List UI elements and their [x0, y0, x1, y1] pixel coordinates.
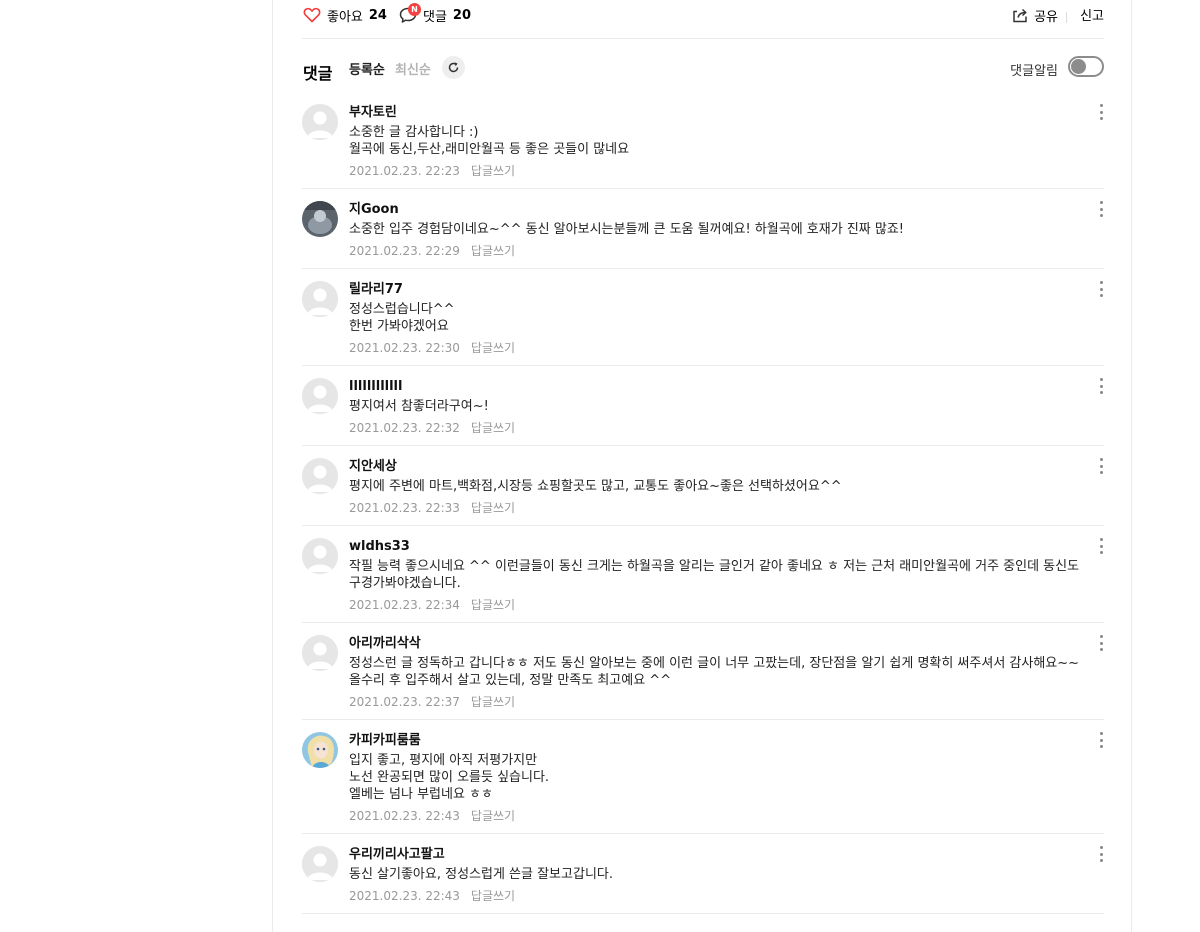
comment-nickname[interactable]: 지안세상: [349, 458, 1104, 476]
comment-nickname[interactable]: 카피카피룸룸: [349, 732, 1104, 750]
reply-link[interactable]: 답글쓰기: [471, 501, 515, 515]
comment-item: 지안세상평지에 주변에 마트,백화점,시장등 쇼핑할곳도 많고, 교통도 좋아요…: [302, 446, 1104, 526]
comment-item: 카피카피룸룸입지 좋고, 평지에 아직 저평가지만 노선 완공되면 많이 오를듯…: [302, 720, 1104, 834]
comment-nickname[interactable]: 부자토린: [349, 104, 1104, 122]
reply-link[interactable]: 답글쓰기: [471, 889, 515, 903]
comment-date: 2021.02.23. 22:23: [349, 164, 460, 178]
comment-list: 부자토린소중한 글 감사합니다 :) 월곡에 동신,두산,래미안월곡 등 좋은 …: [302, 92, 1104, 914]
comment-meta: 2021.02.23. 22:23 답글쓰기: [349, 164, 1104, 178]
comment-text: 정성스럽습니다^^ 한번 가봐야겠어요: [349, 302, 455, 334]
avatar[interactable]: [302, 104, 338, 140]
report-label: 신고: [1080, 9, 1104, 24]
comments-title: 댓글: [303, 64, 333, 83]
comment-nickname[interactable]: 우리끼리사고팔고: [349, 846, 1104, 864]
more-options-icon[interactable]: [1098, 103, 1104, 121]
more-options-icon[interactable]: [1098, 200, 1104, 218]
report-button[interactable]: 신고: [1080, 5, 1104, 24]
comment-text: 정성스런 글 정독하고 갑니다ㅎㅎ 저도 동신 알아보는 중에 이런 글이 너무…: [349, 656, 1084, 688]
new-badge: N: [408, 3, 421, 16]
comment-label: 댓글: [423, 9, 447, 25]
comment-count: 20: [452, 7, 472, 23]
comment-item: 릴라리77 정성스럽습니다^^ 한번 가봐야겠어요 2021.02.23. 22:3…: [302, 269, 1104, 366]
comment-text: 평지여서 참좋더라구여~!: [349, 399, 489, 414]
comment-date: 2021.02.23. 22:34: [349, 598, 460, 612]
toggle-knob: [1071, 59, 1086, 74]
comment-text: 평지에 주변에 마트,백화점,시장등 쇼핑할곳도 많고, 교통도 좋아요~좋은 …: [349, 479, 842, 494]
comment-item: 지Goon 소중한 입주 경험담이네요~^^ 동신 알아보시는분들께 큰 도움 될…: [302, 189, 1104, 269]
refresh-button[interactable]: [442, 56, 465, 79]
share-icon: [1010, 5, 1030, 25]
comment-meta: 2021.02.23. 22:30 답글쓰기: [349, 341, 1104, 355]
avatar[interactable]: [302, 846, 338, 882]
avatar[interactable]: [302, 378, 338, 414]
more-options-icon[interactable]: [1098, 457, 1104, 475]
comment-meta: 2021.02.23. 22:32 답글쓰기: [349, 421, 1104, 435]
comment-meta: 2021.02.23. 22:43 답글쓰기: [349, 889, 1104, 903]
like-button[interactable]: 좋아요 24: [302, 5, 387, 25]
refresh-icon: [448, 62, 459, 73]
comment-date: 2021.02.23. 22:43: [349, 809, 460, 823]
reply-link[interactable]: 답글쓰기: [471, 809, 515, 823]
comment-item: wldhs33 작필 능력 좋으시네요 ^^ 이런글들이 동신 크게는 하월곡을 …: [302, 526, 1104, 623]
comment-text: 동신 살기좋아요, 정성스럽게 쓴글 잘보고갑니다.: [349, 867, 613, 882]
comment-notify-label: 댓글알림: [1010, 64, 1058, 79]
avatar[interactable]: [302, 732, 338, 768]
more-options-icon[interactable]: [1098, 280, 1104, 298]
speech-bubble-icon: N: [398, 3, 421, 25]
comments-header: 댓글 등록순 최신순 댓글알림: [302, 55, 1104, 85]
comment-meta: 2021.02.23. 22:29 답글쓰기: [349, 244, 1104, 258]
comment-meta: 2021.02.23. 22:34 답글쓰기: [349, 598, 1104, 612]
more-options-icon[interactable]: [1098, 537, 1104, 555]
share-button[interactable]: 공유: [1010, 5, 1058, 25]
comment-text: 소중한 입주 경험담이네요~^^ 동신 알아보시는분들께 큰 도움 될꺼예요! …: [349, 222, 904, 237]
avatar[interactable]: [302, 201, 338, 237]
more-options-icon[interactable]: [1098, 377, 1104, 395]
avatar[interactable]: [302, 635, 338, 671]
comment-item: 부자토린소중한 글 감사합니다 :) 월곡에 동신,두산,래미안월곡 등 좋은 …: [302, 92, 1104, 189]
sort-registered-tab[interactable]: 등록순: [349, 59, 385, 78]
like-label: 좋아요: [327, 9, 363, 25]
divider: [1066, 12, 1067, 23]
comment-text: 소중한 글 감사합니다 :) 월곡에 동신,두산,래미안월곡 등 좋은 곳들이 …: [349, 125, 630, 157]
comment-date: 2021.02.23. 22:37: [349, 695, 460, 709]
comment-meta: 2021.02.23. 22:43 답글쓰기: [349, 809, 1104, 823]
comment-date: 2021.02.23. 22:33: [349, 501, 460, 515]
reply-link[interactable]: 답글쓰기: [471, 695, 515, 709]
comment-text: 입지 좋고, 평지에 아직 저평가지만 노선 완공되면 많이 오를듯 싶습니다.…: [349, 753, 550, 802]
avatar[interactable]: [302, 538, 338, 574]
comment-nickname[interactable]: 지Goon: [349, 201, 1104, 219]
heart-icon: [302, 5, 322, 25]
reply-link[interactable]: 답글쓰기: [471, 421, 515, 435]
comment-date: 2021.02.23. 22:30: [349, 341, 460, 355]
avatar[interactable]: [302, 458, 338, 494]
comment-date: 2021.02.23. 22:29: [349, 244, 460, 258]
comment-meta: 2021.02.23. 22:37 답글쓰기: [349, 695, 1104, 709]
more-options-icon[interactable]: [1098, 634, 1104, 652]
sort-latest-tab[interactable]: 최신순: [395, 59, 431, 78]
article-action-bar: 좋아요 24 N 댓글 20 공유 신고: [302, 0, 1104, 39]
comment-nickname[interactable]: wldhs33: [349, 538, 1104, 556]
comment-panel: 좋아요 24 N 댓글 20 공유 신고 댓글 등록순 최신순 댓글알림 부자토…: [272, 0, 1132, 932]
reply-link[interactable]: 답글쓰기: [471, 164, 515, 178]
reply-link[interactable]: 답글쓰기: [471, 244, 515, 258]
comment-date: 2021.02.23. 22:32: [349, 421, 460, 435]
like-count: 24: [368, 7, 387, 23]
reply-link[interactable]: 답글쓰기: [471, 598, 515, 612]
comment-text: 작필 능력 좋으시네요 ^^ 이런글들이 동신 크게는 하월곡을 알리는 글인거…: [349, 559, 1084, 591]
comment-item: 우리끼리사고팔고동신 살기좋아요, 정성스럽게 쓴글 잘보고갑니다. 2021.0…: [302, 834, 1104, 914]
comment-nickname[interactable]: 릴라리77: [349, 281, 1104, 299]
comment-count-button[interactable]: N 댓글 20: [398, 3, 472, 25]
share-label: 공유: [1034, 9, 1058, 25]
comment-notify-toggle[interactable]: [1068, 56, 1104, 77]
more-options-icon[interactable]: [1098, 731, 1104, 749]
avatar[interactable]: [302, 281, 338, 317]
reply-link[interactable]: 답글쓰기: [471, 341, 515, 355]
comment-nickname[interactable]: 아리까리삭삭: [349, 635, 1104, 653]
comment-item: llllllllllll 평지여서 참좋더라구여~! 2021.02.23. 22:…: [302, 366, 1104, 446]
comment-meta: 2021.02.23. 22:33 답글쓰기: [349, 501, 1104, 515]
comment-nickname[interactable]: llllllllllll: [349, 378, 1104, 396]
comment-item: 아리까리삭삭정성스런 글 정독하고 갑니다ㅎㅎ 저도 동신 알아보는 중에 이런…: [302, 623, 1104, 720]
comment-date: 2021.02.23. 22:43: [349, 889, 460, 903]
more-options-icon[interactable]: [1098, 845, 1104, 863]
